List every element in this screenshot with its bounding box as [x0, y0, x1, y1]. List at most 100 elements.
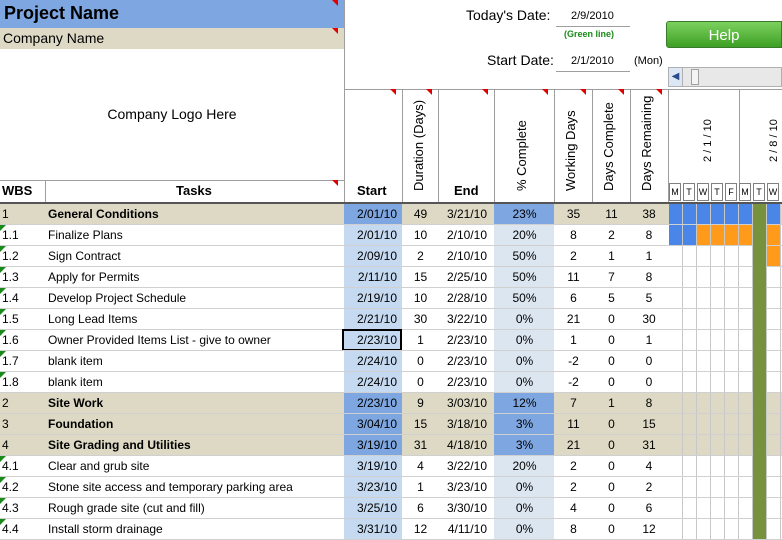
- days-complete-cell[interactable]: 7: [593, 267, 630, 288]
- working-days-cell[interactable]: 21: [555, 435, 592, 456]
- table-row[interactable]: 2 Site Work 2/23/10 9 3/03/10 12% 7 1 8: [0, 393, 782, 414]
- days-complete-cell[interactable]: 0: [593, 414, 630, 435]
- wbs-cell[interactable]: 1.2: [2, 246, 42, 267]
- wbs-cell[interactable]: 1.8: [2, 372, 42, 393]
- duration-cell[interactable]: 2: [403, 246, 438, 267]
- days-complete-cell[interactable]: 0: [593, 351, 630, 372]
- duration-cell[interactable]: 12: [403, 519, 438, 540]
- task-cell[interactable]: Sign Contract: [48, 246, 342, 267]
- table-row[interactable]: 1.8 blank item 2/24/10 0 2/23/10 0% -2 0 0: [0, 372, 782, 393]
- duration-cell[interactable]: 1: [403, 477, 438, 498]
- pct-complete-cell[interactable]: 0%: [495, 351, 554, 372]
- end-cell[interactable]: 3/30/10: [439, 498, 491, 519]
- start-cell[interactable]: 2/23/10: [345, 393, 401, 414]
- task-cell[interactable]: Clear and grub site: [48, 456, 342, 477]
- pct-complete-cell[interactable]: 0%: [495, 477, 554, 498]
- start-cell[interactable]: 2/24/10: [345, 372, 401, 393]
- end-cell[interactable]: 3/22/10: [439, 309, 491, 330]
- start-cell[interactable]: 3/31/10: [345, 519, 401, 540]
- task-cell[interactable]: Stone site access and temporary parking …: [48, 477, 342, 498]
- company-logo-placeholder[interactable]: Company Logo Here: [0, 49, 344, 180]
- duration-cell[interactable]: 9: [403, 393, 438, 414]
- wbs-cell[interactable]: 4.2: [2, 477, 42, 498]
- scroll-thumb[interactable]: [691, 69, 699, 85]
- table-row[interactable]: 4.4 Install storm drainage 3/31/10 12 4/11/1…: [0, 519, 782, 540]
- end-cell[interactable]: 3/18/10: [439, 414, 491, 435]
- table-row[interactable]: 4.1 Clear and grub site 3/19/10 4 3/22/10 20%…: [0, 456, 782, 477]
- working-days-cell[interactable]: 8: [555, 519, 592, 540]
- duration-cell[interactable]: 10: [403, 288, 438, 309]
- wbs-cell[interactable]: 4.1: [2, 456, 42, 477]
- pct-complete-cell[interactable]: 50%: [495, 246, 554, 267]
- start-cell[interactable]: 3/19/10: [345, 456, 401, 477]
- project-name[interactable]: Project Name: [0, 0, 344, 28]
- wbs-cell[interactable]: 3: [2, 414, 42, 435]
- end-cell[interactable]: 2/23/10: [439, 330, 491, 351]
- working-days-cell[interactable]: 11: [555, 414, 592, 435]
- end-cell[interactable]: 2/23/10: [439, 351, 491, 372]
- wbs-cell[interactable]: 1.3: [2, 267, 42, 288]
- working-days-cell[interactable]: 6: [555, 288, 592, 309]
- pct-complete-cell[interactable]: 0%: [495, 498, 554, 519]
- working-days-cell[interactable]: 4: [555, 498, 592, 519]
- table-row[interactable]: 1.2 Sign Contract 2/09/10 2 2/10/10 50% 2 1 1: [0, 246, 782, 267]
- gantt-scrollbar[interactable]: ◀: [668, 67, 782, 87]
- end-cell[interactable]: 3/03/10: [439, 393, 491, 414]
- days-remaining-cell[interactable]: 30: [631, 309, 667, 330]
- pct-complete-cell[interactable]: 0%: [495, 519, 554, 540]
- pct-complete-cell[interactable]: 0%: [495, 309, 554, 330]
- days-remaining-cell[interactable]: 8: [631, 393, 667, 414]
- start-cell[interactable]: 2/11/10: [345, 267, 401, 288]
- days-remaining-cell[interactable]: 15: [631, 414, 667, 435]
- table-row[interactable]: 4.2 Stone site access and temporary parki…: [0, 477, 782, 498]
- task-cell[interactable]: Owner Provided Items List - give to owne…: [48, 330, 342, 351]
- working-days-cell[interactable]: 2: [555, 477, 592, 498]
- end-cell[interactable]: 2/10/10: [439, 246, 491, 267]
- pct-complete-cell[interactable]: 50%: [495, 288, 554, 309]
- wbs-cell[interactable]: 1.5: [2, 309, 42, 330]
- table-row[interactable]: 1.3 Apply for Permits 2/11/10 15 2/25/10 50% 1…: [0, 267, 782, 288]
- days-remaining-cell[interactable]: 8: [631, 267, 667, 288]
- working-days-cell[interactable]: 1: [555, 330, 592, 351]
- table-row[interactable]: 4 Site Grading and Utilities 3/19/10 31 4/18…: [0, 435, 782, 456]
- end-cell[interactable]: 2/28/10: [439, 288, 491, 309]
- days-remaining-cell[interactable]: 1: [631, 246, 667, 267]
- table-row[interactable]: 1.4 Develop Project Schedule 2/19/10 10 2/28…: [0, 288, 782, 309]
- end-cell[interactable]: 3/23/10: [439, 477, 491, 498]
- task-cell[interactable]: Rough grade site (cut and fill): [48, 498, 342, 519]
- days-complete-cell[interactable]: 0: [593, 435, 630, 456]
- start-cell[interactable]: 3/04/10: [345, 414, 401, 435]
- end-cell[interactable]: 2/10/10: [439, 225, 491, 246]
- pct-complete-cell[interactable]: 50%: [495, 267, 554, 288]
- start-cell[interactable]: 2/19/10: [345, 288, 401, 309]
- days-remaining-cell[interactable]: 4: [631, 456, 667, 477]
- days-remaining-cell[interactable]: 31: [631, 435, 667, 456]
- duration-cell[interactable]: 30: [403, 309, 438, 330]
- wbs-cell[interactable]: 4.3: [2, 498, 42, 519]
- working-days-cell[interactable]: 11: [555, 267, 592, 288]
- working-days-cell[interactable]: 21: [555, 309, 592, 330]
- working-days-cell[interactable]: 7: [555, 393, 592, 414]
- chevron-left-icon[interactable]: ◀: [669, 68, 683, 86]
- days-remaining-cell[interactable]: 8: [631, 225, 667, 246]
- end-cell[interactable]: 3/21/10: [439, 204, 491, 225]
- working-days-cell[interactable]: 35: [555, 204, 592, 225]
- duration-cell[interactable]: 15: [403, 414, 438, 435]
- end-cell[interactable]: 2/25/10: [439, 267, 491, 288]
- table-row[interactable]: 1.6 Owner Provided Items List - give to o…: [0, 329, 782, 351]
- days-complete-cell[interactable]: 0: [593, 498, 630, 519]
- days-complete-cell[interactable]: 11: [593, 204, 630, 225]
- end-cell[interactable]: 4/11/10: [439, 519, 491, 540]
- task-cell[interactable]: Finalize Plans: [48, 225, 342, 246]
- start-cell[interactable]: 2/01/10: [345, 204, 401, 225]
- task-cell[interactable]: Site Work: [48, 393, 342, 414]
- duration-cell[interactable]: 4: [403, 456, 438, 477]
- help-button[interactable]: Help: [666, 21, 782, 48]
- start-cell[interactable]: 3/23/10: [345, 477, 401, 498]
- start-cell[interactable]: 3/25/10: [345, 498, 401, 519]
- pct-complete-cell[interactable]: 3%: [495, 414, 554, 435]
- duration-cell[interactable]: 10: [403, 225, 438, 246]
- start-cell[interactable]: 2/09/10: [345, 246, 401, 267]
- days-complete-cell[interactable]: 0: [593, 330, 630, 351]
- wbs-cell[interactable]: 1.7: [2, 351, 42, 372]
